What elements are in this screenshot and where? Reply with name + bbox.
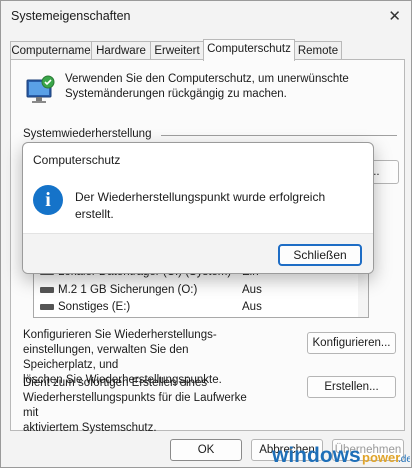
intro-text: Verwenden Sie den Computerschutz, um une… <box>65 72 385 102</box>
drive-name: M.2 1 GB Sicherungen (O:) <box>58 284 198 296</box>
dialog-message: Der Wiederherstellungspunkt wurde erfolg… <box>75 189 365 223</box>
system-protection-icon <box>26 75 55 103</box>
tab-computername[interactable]: Computername <box>10 41 92 60</box>
dialog-message-line-2: erstellt. <box>75 207 114 221</box>
logo-text-windows: windows <box>271 444 361 467</box>
title-bar: Systemeigenschaften ✕ <box>1 1 411 33</box>
tab-remote[interactable]: Remote <box>294 41 342 60</box>
configure-line-1: Konfigurieren Sie Wiederherstellungs- <box>23 329 217 341</box>
intro-line-1: Verwenden Sie den Computerschutz, um une… <box>65 73 349 85</box>
info-icon: i <box>33 185 63 215</box>
ok-button[interactable]: OK <box>170 439 242 461</box>
drive-icon <box>40 287 54 293</box>
dialog-message-line-1: Der Wiederherstellungspunkt wurde erfolg… <box>75 190 326 204</box>
configure-line-2: einstellungen, verwalten Sie den Speiche… <box>23 344 189 371</box>
computerschutz-dialog: Computerschutz i Der Wiederherstellungsp… <box>22 142 374 274</box>
intro-line-2: Systemänderungen rückgängig zu machen. <box>65 88 287 100</box>
logo-text-power: power <box>362 450 400 465</box>
close-button[interactable]: Schließen <box>278 244 362 266</box>
create-button[interactable]: Erstellen... <box>307 376 396 398</box>
dialog-footer: Schließen <box>23 233 373 273</box>
create-line-1: Dient zum sofortigen Erstellen eines <box>23 377 208 389</box>
window-title: Systemeigenschaften <box>11 9 131 23</box>
drive-name: Sonstiges (E:) <box>58 301 131 313</box>
windowspower-logo: windows power .de <box>271 444 410 467</box>
create-line-2: Wiederherstellungspunkts für die Laufwer… <box>23 392 247 419</box>
tab-erweitert[interactable]: Erweitert <box>150 41 204 60</box>
create-line-3: aktiviertem Systemschutz. <box>23 422 157 434</box>
tab-hardware[interactable]: Hardware <box>91 41 151 60</box>
logo-text-de: .de <box>398 454 410 465</box>
close-icon[interactable]: ✕ <box>388 7 401 25</box>
create-description: Dient zum sofortigen Erstellen eines Wie… <box>23 376 258 436</box>
section-label-restore: Systemwiederherstellung <box>23 128 152 140</box>
tab-computerschutz[interactable]: Computerschutz <box>203 39 295 61</box>
list-item[interactable]: M.2 1 GB Sicherungen (O:) Aus <box>40 282 360 298</box>
section-divider <box>161 135 397 136</box>
drive-icon <box>40 304 54 310</box>
drive-status: Aus <box>242 301 262 313</box>
list-item[interactable]: Sonstiges (E:) Aus <box>40 299 360 315</box>
configure-button[interactable]: Konfigurieren... <box>307 332 396 354</box>
drive-status: Aus <box>242 284 262 296</box>
dialog-title: Computerschutz <box>33 153 121 167</box>
